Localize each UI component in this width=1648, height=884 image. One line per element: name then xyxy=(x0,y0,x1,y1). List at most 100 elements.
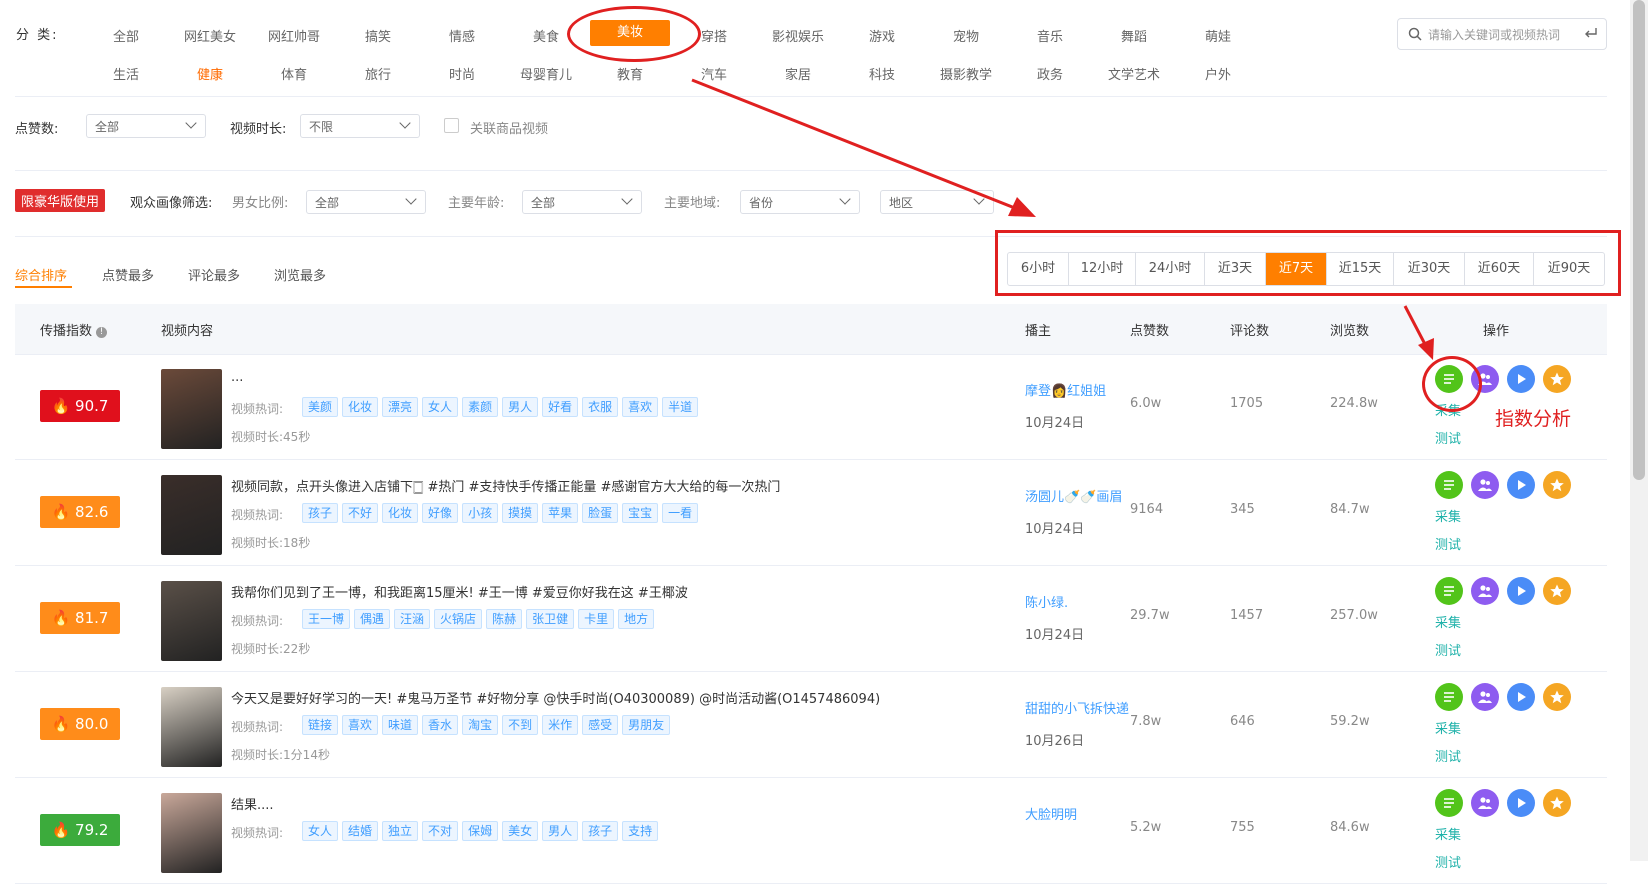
test-button[interactable]: 测试 xyxy=(1435,640,1461,659)
author-link[interactable]: 大脸明明 xyxy=(1025,806,1135,826)
category-row2-4[interactable]: 时尚 xyxy=(422,64,502,83)
collect-button[interactable]: 采集 xyxy=(1435,824,1461,843)
video-thumbnail[interactable] xyxy=(161,687,222,767)
hot-word-tag[interactable]: 女人 xyxy=(422,397,459,417)
category-row1-2[interactable]: 网红帅哥 xyxy=(254,26,334,45)
province-select[interactable]: 省份 xyxy=(740,190,860,214)
category-row1-11[interactable]: 音乐 xyxy=(1010,26,1090,45)
author-link[interactable]: 陈小绿. xyxy=(1025,594,1135,614)
video-title[interactable]: ... xyxy=(231,370,243,385)
hot-word-tag[interactable]: 味道 xyxy=(382,715,419,735)
play-icon[interactable] xyxy=(1507,471,1535,499)
analysis-icon[interactable] xyxy=(1435,789,1463,817)
hot-word-tag[interactable]: 不对 xyxy=(422,821,459,841)
hot-word-tag[interactable]: 结婚 xyxy=(342,821,379,841)
hot-word-tag[interactable]: 宝宝 xyxy=(622,503,659,523)
sort-tab-3[interactable]: 浏览最多 xyxy=(274,265,326,284)
hot-word-tag[interactable]: 女人 xyxy=(302,821,339,841)
hot-word-tag[interactable]: 王一博 xyxy=(302,609,351,629)
hot-word-tag[interactable]: 男人 xyxy=(502,397,539,417)
hot-word-tag[interactable]: 不好 xyxy=(342,503,379,523)
hot-word-tag[interactable]: 化妆 xyxy=(382,503,419,523)
hot-word-tag[interactable]: 陈赫 xyxy=(486,609,523,629)
hot-word-tag[interactable]: 喜欢 xyxy=(342,715,379,735)
hot-word-tag[interactable]: 漂亮 xyxy=(382,397,419,417)
category-row2-8[interactable]: 家居 xyxy=(758,64,838,83)
video-title[interactable]: 结果.... xyxy=(231,794,274,813)
category-row2-3[interactable]: 旅行 xyxy=(338,64,418,83)
video-title[interactable]: 我帮你们见到了王一博，和我距离15厘米! #王一博 #爱豆你好我在这 #王椰波 xyxy=(231,582,688,601)
duration-select[interactable]: 不限 xyxy=(300,114,420,138)
star-icon[interactable] xyxy=(1543,789,1571,817)
category-row2-11[interactable]: 政务 xyxy=(1010,64,1090,83)
category-row2-10[interactable]: 摄影教学 xyxy=(926,64,1006,83)
hot-word-tag[interactable]: 素颜 xyxy=(462,397,499,417)
enter-icon[interactable] xyxy=(1584,27,1598,39)
hot-word-tag[interactable]: 男朋友 xyxy=(622,715,671,735)
hot-word-tag[interactable]: 保姆 xyxy=(462,821,499,841)
video-thumbnail[interactable] xyxy=(161,369,222,449)
test-button[interactable]: 测试 xyxy=(1435,534,1461,553)
category-row2-5[interactable]: 母婴育儿 xyxy=(506,64,586,83)
hot-word-tag[interactable]: 张卫健 xyxy=(526,609,575,629)
search-input[interactable]: 请输入关键词或视频热词 xyxy=(1428,26,1560,43)
hot-word-tag[interactable]: 喜欢 xyxy=(622,397,659,417)
hot-word-tag[interactable]: 不到 xyxy=(502,715,539,735)
category-row2-0[interactable]: 生活 xyxy=(86,64,166,83)
hot-word-tag[interactable]: 半道 xyxy=(662,397,699,417)
fans-icon[interactable] xyxy=(1471,471,1499,499)
category-row2-2[interactable]: 体育 xyxy=(254,64,334,83)
category-row1-9[interactable]: 游戏 xyxy=(842,26,922,45)
category-row1-3[interactable]: 搞笑 xyxy=(338,26,418,45)
hot-word-tag[interactable]: 男人 xyxy=(542,821,579,841)
hot-word-tag[interactable]: 孩子 xyxy=(582,821,619,841)
author-link[interactable]: 摩登👩红姐姐 xyxy=(1025,382,1135,402)
collect-button[interactable]: 采集 xyxy=(1435,612,1461,631)
video-thumbnail[interactable] xyxy=(161,581,222,661)
star-icon[interactable] xyxy=(1543,577,1571,605)
category-row1-0[interactable]: 全部 xyxy=(86,26,166,45)
test-button[interactable]: 测试 xyxy=(1435,852,1461,871)
category-row2-9[interactable]: 科技 xyxy=(842,64,922,83)
play-icon[interactable] xyxy=(1507,683,1535,711)
fans-icon[interactable] xyxy=(1471,789,1499,817)
hot-word-tag[interactable]: 卡里 xyxy=(578,609,615,629)
hot-word-tag[interactable]: 偶遇 xyxy=(354,609,391,629)
video-title[interactable]: 今天又是要好好学习的一天! #鬼马万圣节 #好物分享 @快手时尚(O403000… xyxy=(231,688,880,707)
hot-word-tag[interactable]: 淘宝 xyxy=(462,715,499,735)
category-row1-4[interactable]: 情感 xyxy=(422,26,502,45)
hot-word-tag[interactable]: 香水 xyxy=(422,715,459,735)
hot-word-tag[interactable]: 衣服 xyxy=(582,397,619,417)
collect-button[interactable]: 采集 xyxy=(1435,718,1461,737)
category-row2-6[interactable]: 教育 xyxy=(590,64,670,83)
hot-word-tag[interactable]: 苹果 xyxy=(542,503,579,523)
scrollbar-thumb[interactable] xyxy=(1633,0,1645,480)
analysis-icon[interactable] xyxy=(1435,683,1463,711)
category-row2-12[interactable]: 文学艺术 xyxy=(1094,64,1174,83)
video-thumbnail[interactable] xyxy=(161,793,222,873)
hot-word-tag[interactable]: 好像 xyxy=(422,503,459,523)
hot-word-tag[interactable]: 链接 xyxy=(302,715,339,735)
info-icon[interactable]: ! xyxy=(96,327,108,338)
category-row1-12[interactable]: 舞蹈 xyxy=(1094,26,1174,45)
category-row1-1[interactable]: 网红美女 xyxy=(170,26,250,45)
category-row1-8[interactable]: 影视娱乐 xyxy=(758,26,838,45)
hot-word-tag[interactable]: 孩子 xyxy=(302,503,339,523)
hot-word-tag[interactable]: 地方 xyxy=(618,609,655,629)
category-row1-13[interactable]: 萌娃 xyxy=(1178,26,1258,45)
play-icon[interactable] xyxy=(1507,365,1535,393)
hot-word-tag[interactable]: 支持 xyxy=(622,821,659,841)
play-icon[interactable] xyxy=(1507,577,1535,605)
search-box[interactable]: 请输入关键词或视频热词 xyxy=(1397,18,1607,50)
star-icon[interactable] xyxy=(1543,683,1571,711)
analysis-icon[interactable] xyxy=(1435,471,1463,499)
goods-checkbox[interactable] xyxy=(444,118,459,133)
hot-word-tag[interactable]: 一看 xyxy=(662,503,699,523)
hot-word-tag[interactable]: 独立 xyxy=(382,821,419,841)
likes-select[interactable]: 全部 xyxy=(86,114,206,138)
district-select[interactable]: 地区 xyxy=(880,190,994,214)
author-link[interactable]: 汤圆儿🍼🍼画眉 xyxy=(1025,488,1135,508)
sort-tab-1[interactable]: 点赞最多 xyxy=(102,265,154,284)
category-row2-13[interactable]: 户外 xyxy=(1178,64,1258,83)
fans-icon[interactable] xyxy=(1471,683,1499,711)
